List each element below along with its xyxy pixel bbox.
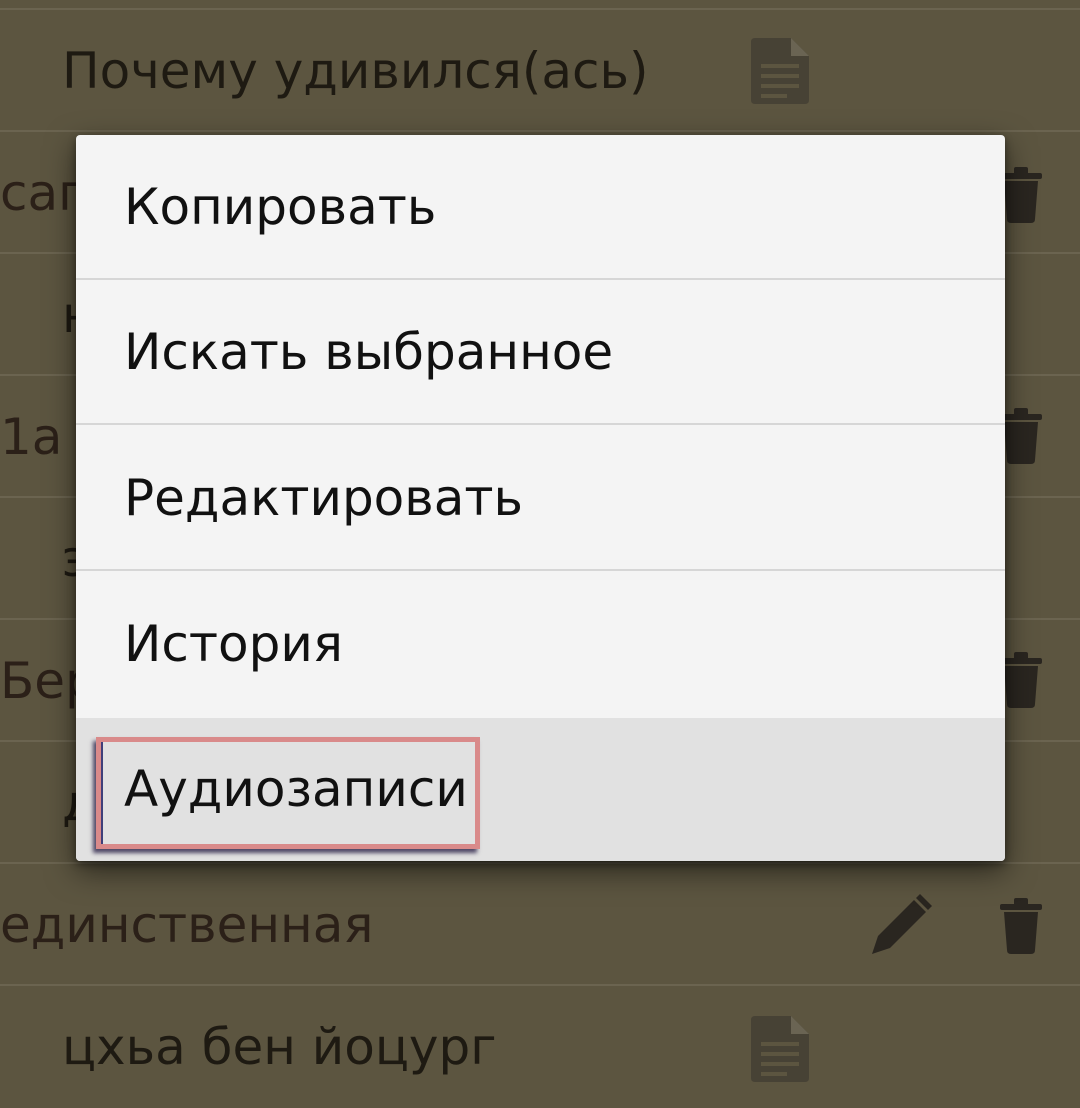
menu-item-label: Редактировать <box>124 469 523 527</box>
menu-item-label: Искать выбранное <box>124 323 614 381</box>
menu-item-history[interactable]: История <box>76 572 1005 718</box>
menu-item-label: Копировать <box>124 178 437 236</box>
menu-item-edit[interactable]: Редактировать <box>76 426 1005 571</box>
menu-item-copy[interactable]: Копировать <box>76 135 1005 280</box>
menu-item-label: История <box>124 615 343 673</box>
menu-item-audio-recordings[interactable]: Аудиозаписи <box>76 718 1005 861</box>
context-menu: Копировать Искать выбранное Редактироват… <box>76 135 1005 861</box>
menu-item-search-selected[interactable]: Искать выбранное <box>76 280 1005 425</box>
menu-item-label: Аудиозаписи <box>124 760 468 818</box>
